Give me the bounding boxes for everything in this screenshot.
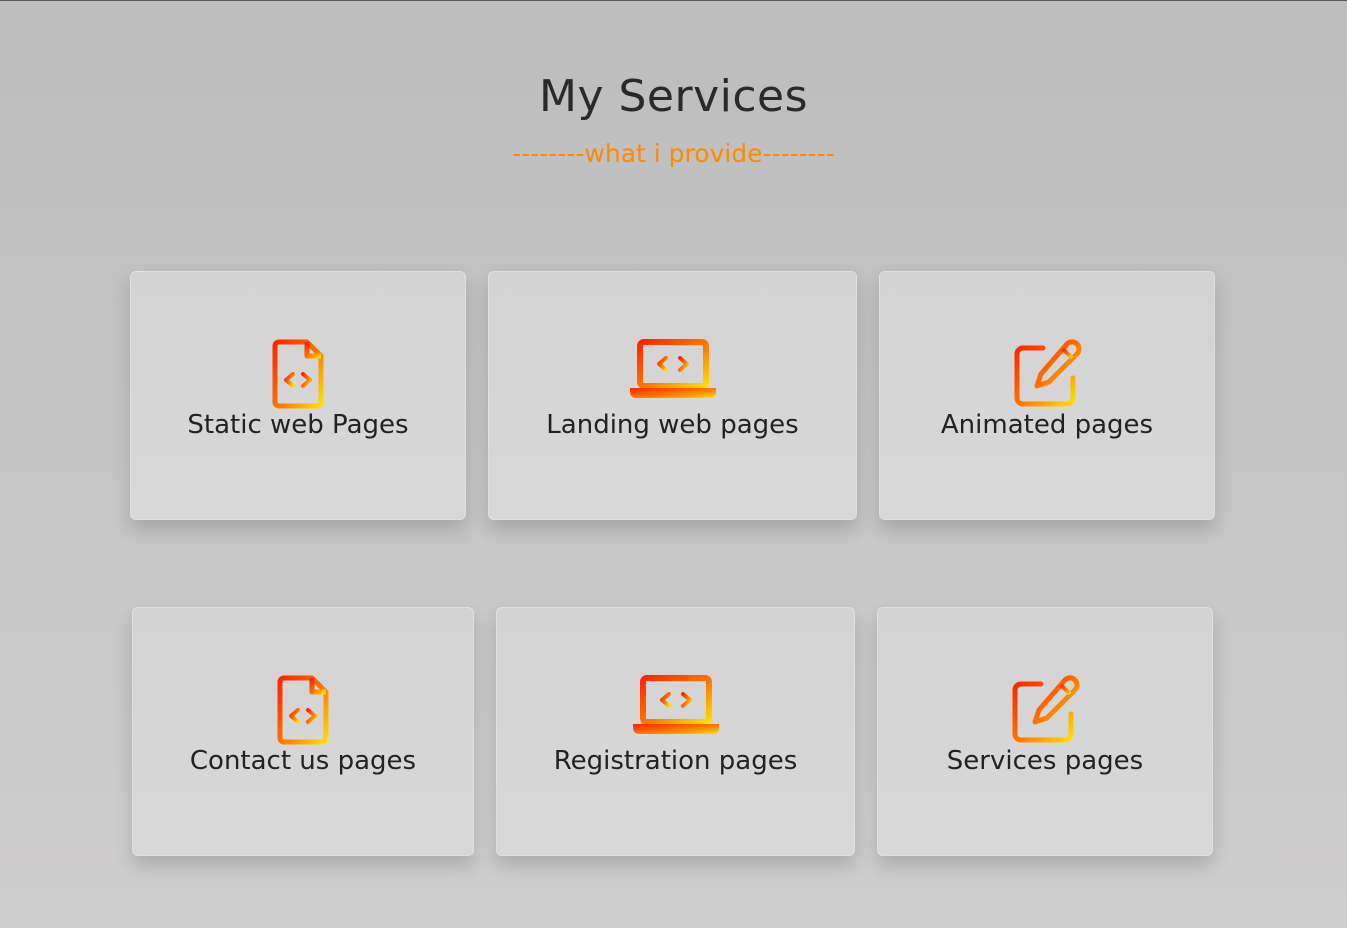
edit-icon bbox=[1014, 339, 1082, 407]
service-card-label: Contact us pages bbox=[189, 746, 417, 776]
code-file-icon bbox=[272, 339, 324, 409]
page-title: My Services bbox=[538, 71, 809, 122]
service-card-static-web-pages[interactable]: Static web Pages bbox=[130, 271, 466, 520]
service-card-animated-pages[interactable]: Animated pages bbox=[879, 271, 1215, 520]
service-card-landing-web-pages[interactable]: Landing web pages bbox=[488, 271, 857, 520]
service-card-label: Services pages bbox=[946, 746, 1144, 776]
laptop-code-icon bbox=[632, 675, 719, 734]
service-card-label: Static web Pages bbox=[187, 410, 409, 440]
service-card-label: Registration pages bbox=[553, 746, 798, 776]
service-card-registration-pages[interactable]: Registration pages bbox=[496, 607, 855, 856]
laptop-code-icon bbox=[629, 339, 716, 398]
code-file-icon bbox=[277, 675, 329, 745]
service-card-contact-us-pages[interactable]: Contact us pages bbox=[132, 607, 474, 856]
edit-icon bbox=[1012, 675, 1080, 743]
page-subtitle: --------what i provide-------- bbox=[512, 139, 835, 168]
service-card-label: Animated pages bbox=[940, 410, 1154, 440]
service-card-label: Landing web pages bbox=[546, 410, 799, 440]
service-card-services-pages[interactable]: Services pages bbox=[877, 607, 1213, 856]
